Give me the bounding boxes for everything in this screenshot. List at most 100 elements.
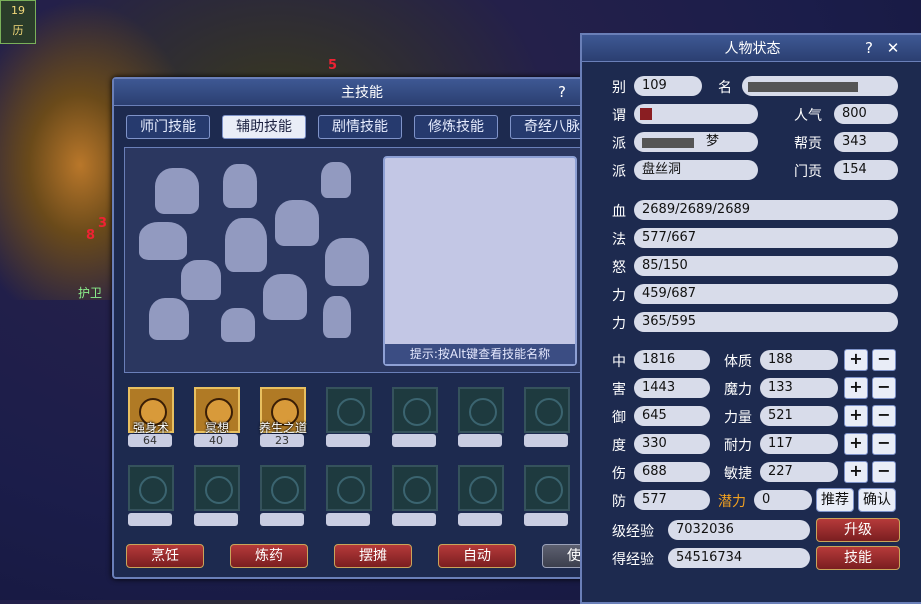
silhouette-figure [225, 218, 267, 272]
skill-level-empty [458, 434, 502, 447]
empty-skill-slot[interactable] [458, 387, 504, 433]
faction-field: 盘丝洞 [634, 160, 758, 180]
defense-field: 645 [634, 406, 710, 426]
energy-label: 力 [612, 316, 626, 332]
stall-button[interactable]: 摆摊 [334, 544, 412, 568]
faction-contrib-field: 154 [834, 160, 898, 180]
empty-skill-slot[interactable] [194, 465, 240, 511]
vigor-field: 459/687 [634, 284, 898, 304]
level-label: 别 [612, 80, 626, 96]
slot-emblem-icon [139, 476, 167, 504]
tab-sect-skills[interactable]: 师门技能 [126, 115, 210, 139]
slot-emblem-icon [469, 398, 497, 426]
silhouette-figure [139, 222, 187, 260]
title-field [634, 104, 758, 124]
minus-button[interactable]: − [872, 349, 896, 371]
potential-field: 0 [754, 490, 812, 510]
floating-damage: 5 [328, 58, 338, 73]
spell-damage-field: 688 [634, 462, 710, 482]
mp-label: 法 [612, 232, 626, 248]
constitution-label: 体质 [724, 354, 752, 370]
npc-name: 护卫 [78, 286, 103, 300]
plus-button[interactable]: + [844, 349, 868, 371]
tab-assist-skills[interactable]: 辅助技能 [222, 115, 306, 139]
plus-button[interactable]: + [844, 377, 868, 399]
gained-exp-label: 得经验 [612, 552, 654, 568]
popularity-field: 800 [834, 104, 898, 124]
hud-number: 19 [11, 4, 25, 17]
empty-skill-slot[interactable] [326, 387, 372, 433]
skill-slot-qiangshenshu[interactable]: 强身术 [128, 387, 174, 435]
hp-label: 血 [612, 204, 626, 220]
damage-field: 1443 [634, 378, 710, 398]
skill-slot-yangshengzhidao[interactable]: 养生之道 [259, 387, 307, 435]
minus-button[interactable]: − [872, 461, 896, 483]
cooking-button[interactable]: 烹饪 [126, 544, 204, 568]
skill-button[interactable]: 技能 [816, 546, 900, 570]
empty-skill-slot[interactable] [326, 465, 372, 511]
energy-field: 365/595 [634, 312, 898, 332]
agility-field: 227 [760, 462, 838, 482]
damage-label: 害 [612, 382, 626, 398]
hp-field: 2689/2689/2689 [634, 200, 898, 220]
close-button[interactable]: ✕ [883, 38, 903, 58]
level-exp-field: 7032036 [668, 520, 810, 540]
mp-field: 577/667 [634, 228, 898, 248]
skill-description-box: 提示:按Alt键查看技能名称 [383, 156, 577, 366]
slot-emblem-icon [403, 476, 431, 504]
tab-story-skills[interactable]: 剧情技能 [318, 115, 402, 139]
skill-window: 主技能 ? ✕ 师门技能 辅助技能 剧情技能 修炼技能 奇经八脉 提示:按Alt… [112, 77, 620, 579]
plus-button[interactable]: + [844, 405, 868, 427]
spell-defense-field: 577 [634, 490, 710, 510]
spell-defense-label: 防 [612, 494, 626, 510]
status-window-titlebar[interactable]: 人物状态 ? ✕ [582, 35, 921, 62]
skill-art-panel: 提示:按Alt键查看技能名称 [124, 147, 582, 373]
redacted-title [640, 108, 652, 120]
minus-button[interactable]: − [872, 405, 896, 427]
potential-label: 潜力 [718, 494, 746, 510]
confirm-button[interactable]: 确认 [858, 488, 896, 512]
silhouette-figure [149, 298, 189, 340]
redacted-sect [642, 138, 694, 148]
slot-emblem-icon [535, 476, 563, 504]
name-label: 名 [718, 80, 732, 96]
anger-label: 怒 [612, 260, 626, 276]
slot-emblem-icon [469, 476, 497, 504]
empty-skill-slot[interactable] [392, 387, 438, 433]
empty-skill-slot[interactable] [392, 465, 438, 511]
tab-cultivation-skills[interactable]: 修炼技能 [414, 115, 498, 139]
spell-damage-label: 伤 [612, 466, 626, 482]
skill-level: 23 [260, 434, 304, 447]
empty-skill-slot[interactable] [128, 465, 174, 511]
empty-skill-slot[interactable] [524, 465, 570, 511]
empty-skill-slot[interactable] [260, 465, 306, 511]
silhouette-figure [321, 162, 351, 198]
help-button[interactable]: ? [552, 82, 572, 102]
auto-button[interactable]: 自动 [438, 544, 516, 568]
slot-emblem-icon [535, 398, 563, 426]
plus-button[interactable]: + [844, 433, 868, 455]
silhouette-figure [223, 164, 257, 208]
empty-skill-slot[interactable] [458, 465, 504, 511]
skill-level-empty [392, 513, 436, 526]
floating-damage: 3 [98, 216, 108, 231]
skill-window-titlebar[interactable]: 主技能 ? ✕ [114, 79, 610, 106]
plus-button[interactable]: + [844, 461, 868, 483]
empty-skill-slot[interactable] [524, 387, 570, 433]
skill-level-empty [326, 513, 370, 526]
skill-action-buttons: 烹饪 炼药 摆摊 自动 使用 [126, 544, 620, 568]
minus-button[interactable]: − [872, 433, 896, 455]
alt-hint: 提示:按Alt键查看技能名称 [385, 344, 575, 364]
faction-contrib-label: 门贡 [794, 164, 822, 180]
minus-button[interactable]: − [872, 377, 896, 399]
upgrade-button[interactable]: 升级 [816, 518, 900, 542]
alchemy-button[interactable]: 炼药 [230, 544, 308, 568]
skill-slot-mingxiang[interactable]: 冥想 [194, 387, 240, 435]
skill-level-empty [260, 513, 304, 526]
speed-label: 度 [612, 438, 626, 454]
hud-label: 历 [12, 24, 24, 37]
gained-exp-field: 54516734 [668, 548, 810, 568]
help-button[interactable]: ? [859, 38, 879, 58]
recommend-button[interactable]: 推荐 [816, 488, 854, 512]
skill-level-empty [458, 513, 502, 526]
